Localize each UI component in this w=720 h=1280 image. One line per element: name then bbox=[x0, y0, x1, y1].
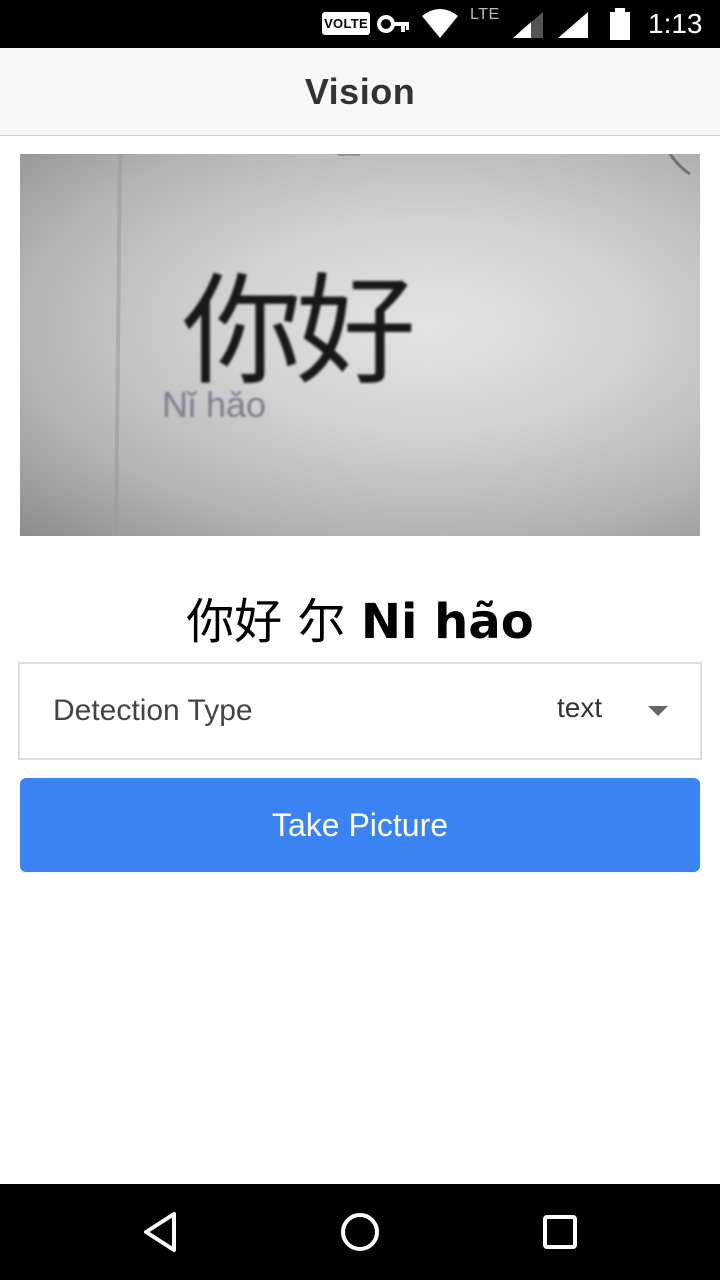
recents-icon[interactable] bbox=[532, 1204, 588, 1260]
wifi-icon bbox=[422, 9, 458, 38]
home-icon[interactable] bbox=[332, 1204, 388, 1260]
detected-text-regular: 你好 尔 bbox=[186, 594, 361, 650]
dropdown-arrow-icon[interactable] bbox=[648, 706, 668, 716]
detected-text-bold: Ni hão bbox=[360, 594, 534, 650]
status-bar: VOLTE LTE 1:13 bbox=[0, 0, 720, 48]
app-bar: Vision bbox=[0, 48, 720, 136]
detection-type-label: Detection Type bbox=[53, 694, 253, 727]
take-picture-label: Take Picture bbox=[271, 806, 449, 843]
detected-text: 你好 尔 Ni hão bbox=[0, 582, 720, 652]
lte-label: LTE bbox=[470, 6, 500, 23]
photo-pinyin-text: Nǐ hǎo bbox=[162, 384, 267, 425]
signal-icon bbox=[513, 12, 543, 38]
clock: 1:13 bbox=[648, 8, 703, 39]
photo-hanzi-text: 你好 bbox=[182, 263, 416, 402]
back-icon[interactable] bbox=[132, 1204, 188, 1260]
volte-badge: VOLTE bbox=[322, 12, 370, 35]
captured-photo: 你好 Nǐ hǎo bbox=[20, 154, 700, 536]
page-title: Vision bbox=[304, 70, 416, 112]
take-picture-button[interactable]: Take Picture bbox=[20, 778, 700, 872]
key-icon bbox=[377, 15, 409, 33]
navigation-bar bbox=[0, 1184, 720, 1280]
detection-type-select[interactable]: Detection Type text bbox=[18, 662, 702, 760]
battery-icon bbox=[610, 8, 630, 40]
signal-icon bbox=[558, 12, 588, 38]
detection-type-value[interactable]: text bbox=[557, 692, 602, 724]
